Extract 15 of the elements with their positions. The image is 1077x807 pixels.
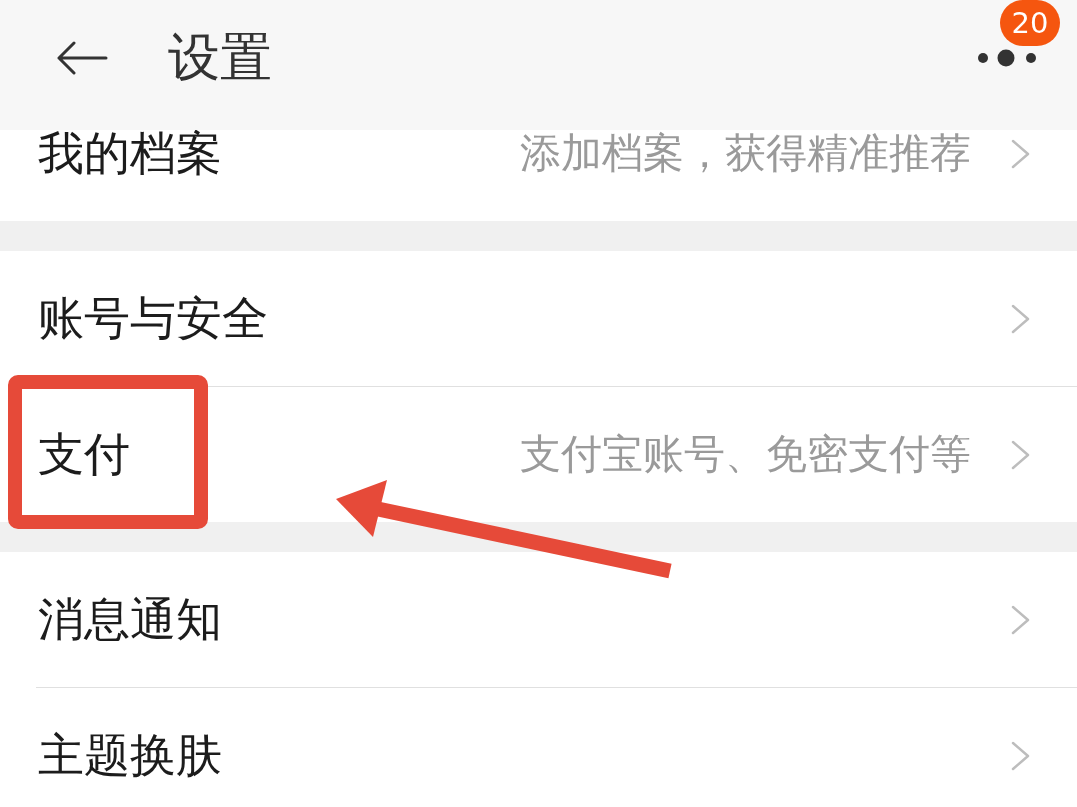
chevron-right-icon bbox=[1011, 138, 1031, 169]
row-label: 消息通知 bbox=[38, 590, 222, 648]
row-hint: 支付宝账号、免密支付等 bbox=[520, 429, 971, 480]
page-title: 设置 bbox=[168, 26, 272, 89]
row-label: 支付 bbox=[38, 425, 130, 483]
chevron-right-icon bbox=[1011, 604, 1031, 635]
row-label: 账号与安全 bbox=[38, 289, 268, 347]
more-dots-icon[interactable] bbox=[977, 48, 1037, 68]
notification-count: 20 bbox=[1000, 0, 1060, 46]
chevron-right-icon bbox=[1011, 439, 1031, 470]
row-label: 主题换肤 bbox=[38, 726, 222, 784]
chevron-right-icon bbox=[1011, 740, 1031, 771]
back-arrow-icon[interactable] bbox=[56, 41, 108, 75]
row-hint: 添加档案，获得精准推荐 bbox=[520, 130, 971, 179]
chevron-right-icon bbox=[1011, 303, 1031, 334]
